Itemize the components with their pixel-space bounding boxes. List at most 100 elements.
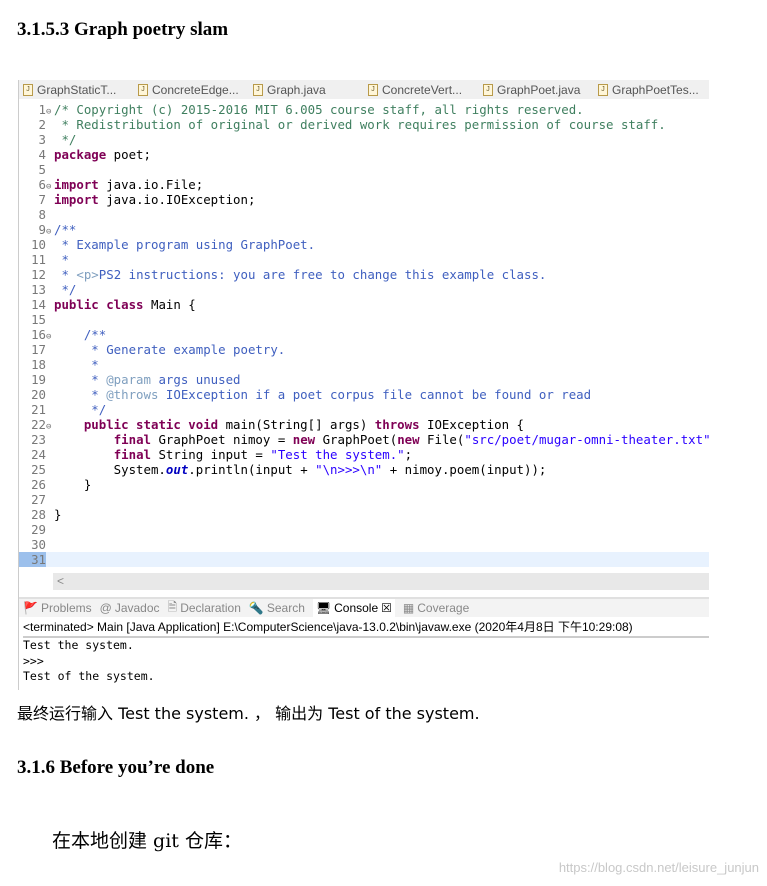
- line-number: 6: [38, 177, 46, 192]
- code-token: String input =: [151, 447, 271, 462]
- code-token: /**: [54, 222, 77, 237]
- console-tab-label: Console: [334, 601, 379, 615]
- line-number: 1: [38, 102, 46, 117]
- code-line: 9⊖/**: [19, 222, 709, 237]
- code-line: 23 final GraphPoet nimoy = new GraphPoet…: [19, 432, 709, 447]
- code-token: java.io.File;: [98, 177, 204, 192]
- java-file-icon: J: [598, 83, 608, 96]
- console-tab-coverage[interactable]: ▦ Coverage: [403, 601, 469, 615]
- code-token: *: [54, 267, 77, 282]
- code-token: PS2 instructions: you are free to change…: [98, 267, 547, 282]
- code-token: * Generate example poetry.: [54, 342, 286, 357]
- scroll-left-icon[interactable]: <: [57, 574, 64, 588]
- code-editor[interactable]: 1⊖/* Copyright (c) 2015-2016 MIT 6.005 c…: [19, 102, 709, 570]
- code-token: */: [54, 282, 77, 297]
- editor-tab[interactable]: J GraphPoetTes...: [594, 80, 709, 99]
- code-token: */: [54, 132, 77, 147]
- line-number: 31: [19, 552, 46, 567]
- console-status: <terminated> Main [Java Application] E:\…: [23, 619, 709, 638]
- console-tabs: 🚩 Problems @ Javadoc 🗎 Declaration 🔦 Search 🖥 Con…: [19, 597, 709, 617]
- code-token: main(String[] args): [218, 417, 375, 432]
- code-line: 19 * @param args unused: [19, 372, 709, 387]
- code-token: @param: [106, 372, 151, 387]
- code-token: final: [113, 432, 151, 447]
- console-tab-label: Search: [266, 601, 305, 615]
- code-token: ;: [404, 447, 413, 462]
- code-token: java.io.IOException;: [98, 192, 256, 207]
- code-line: 22⊖ public static void main(String[] arg…: [19, 417, 709, 432]
- code-line: 2 * Redistribution of original or derive…: [19, 117, 709, 132]
- code-token: IOException {: [419, 417, 524, 432]
- line-number: 18: [31, 357, 46, 372]
- code-line: 24 final String input = "Test the system…: [19, 447, 709, 462]
- console-tab-label: Javadoc: [114, 601, 160, 615]
- code-token: final: [113, 447, 151, 462]
- code-line: 31: [19, 552, 709, 567]
- line-number: 17: [31, 342, 46, 357]
- code-token: "src/poet/mugar-omni-theater.txt": [464, 432, 709, 447]
- console-tab-label: Declaration: [180, 601, 241, 615]
- editor-tab-label: ConcreteVert...: [382, 82, 463, 97]
- code-token: *: [54, 372, 107, 387]
- line-number: 26: [31, 477, 46, 492]
- section-heading-2: 3.1.6 Before you’re done: [17, 757, 215, 778]
- code-token: public static void: [83, 417, 219, 432]
- line-number: 4: [38, 147, 46, 162]
- console-line: Test the system.: [23, 638, 134, 652]
- editor-tab-label: GraphPoet.java: [497, 82, 581, 97]
- close-icon[interactable]: ☒: [381, 601, 392, 615]
- code-token: "Test the system.": [270, 447, 405, 462]
- code-token: poet;: [106, 147, 151, 162]
- code-token: package: [54, 147, 107, 162]
- editor-tabs: J GraphStaticT... J ConcreteEdge... J Graph.j…: [19, 80, 709, 99]
- console-tab-problems[interactable]: 🚩 Problems: [23, 601, 92, 615]
- console-tab-javadoc[interactable]: @ Javadoc: [100, 601, 160, 615]
- console-tab-declaration[interactable]: 🗎 Declaration: [168, 598, 241, 619]
- code-line: 4 package poet;: [19, 147, 709, 162]
- code-line: 1⊖/* Copyright (c) 2015-2016 MIT 6.005 c…: [19, 102, 709, 117]
- code-line: 3 */: [19, 132, 709, 147]
- code-token: GraphPoet nimoy =: [151, 432, 293, 447]
- console-tab-search[interactable]: 🔦 Search: [249, 601, 305, 615]
- line-number: 21: [31, 402, 46, 417]
- line-number: 30: [31, 537, 46, 552]
- line-number: 32: [19, 567, 46, 570]
- java-file-icon: J: [23, 83, 33, 96]
- editor-tab[interactable]: J GraphStaticT...: [19, 80, 134, 99]
- console-tab-console[interactable]: 🖥 Console ☒: [312, 599, 395, 617]
- code-token: public class: [54, 297, 144, 312]
- section-heading: 3.1.5.3 Graph poetry slam: [17, 19, 229, 40]
- code-token: import: [54, 192, 99, 207]
- code-line: 10 * Example program using GraphPoet.: [19, 237, 709, 252]
- line-number: 15: [31, 312, 46, 327]
- editor-tab[interactable]: J Graph.java: [249, 80, 364, 99]
- code-token: + nimoy.poem(input));: [382, 462, 547, 477]
- code-line: 21 */: [19, 402, 709, 417]
- code-token: *: [54, 252, 69, 267]
- code-line: 18 *: [19, 357, 709, 372]
- code-token: GraphPoet(: [315, 432, 398, 447]
- editor-tab-label: ConcreteEdge...: [152, 82, 239, 97]
- code-token: }: [54, 477, 92, 492]
- editor-tab[interactable]: J ConcreteEdge...: [134, 80, 249, 99]
- java-file-icon: J: [253, 83, 263, 96]
- code-token: Main {: [143, 297, 196, 312]
- console-line: >>>: [23, 653, 44, 668]
- code-token: */: [54, 402, 107, 417]
- java-file-icon: J: [368, 83, 378, 96]
- code-token: File(: [419, 432, 465, 447]
- code-line: 7 import java.io.IOException;: [19, 192, 709, 207]
- horizontal-scrollbar[interactable]: <: [53, 573, 709, 590]
- line-number: 9: [38, 222, 46, 237]
- watermark: https://blog.csdn.net/leisure_junjun: [558, 860, 759, 875]
- code-line: 14 public class Main {: [19, 297, 709, 312]
- editor-tab[interactable]: J GraphPoet.java: [479, 80, 594, 99]
- git-paragraph: 在本地创建 git 仓库：: [52, 830, 242, 852]
- line-number: 20: [31, 387, 46, 402]
- code-token: new: [397, 432, 420, 447]
- code-line: 17 * Generate example poetry.: [19, 342, 709, 357]
- editor-tab[interactable]: J ConcreteVert...: [364, 80, 479, 99]
